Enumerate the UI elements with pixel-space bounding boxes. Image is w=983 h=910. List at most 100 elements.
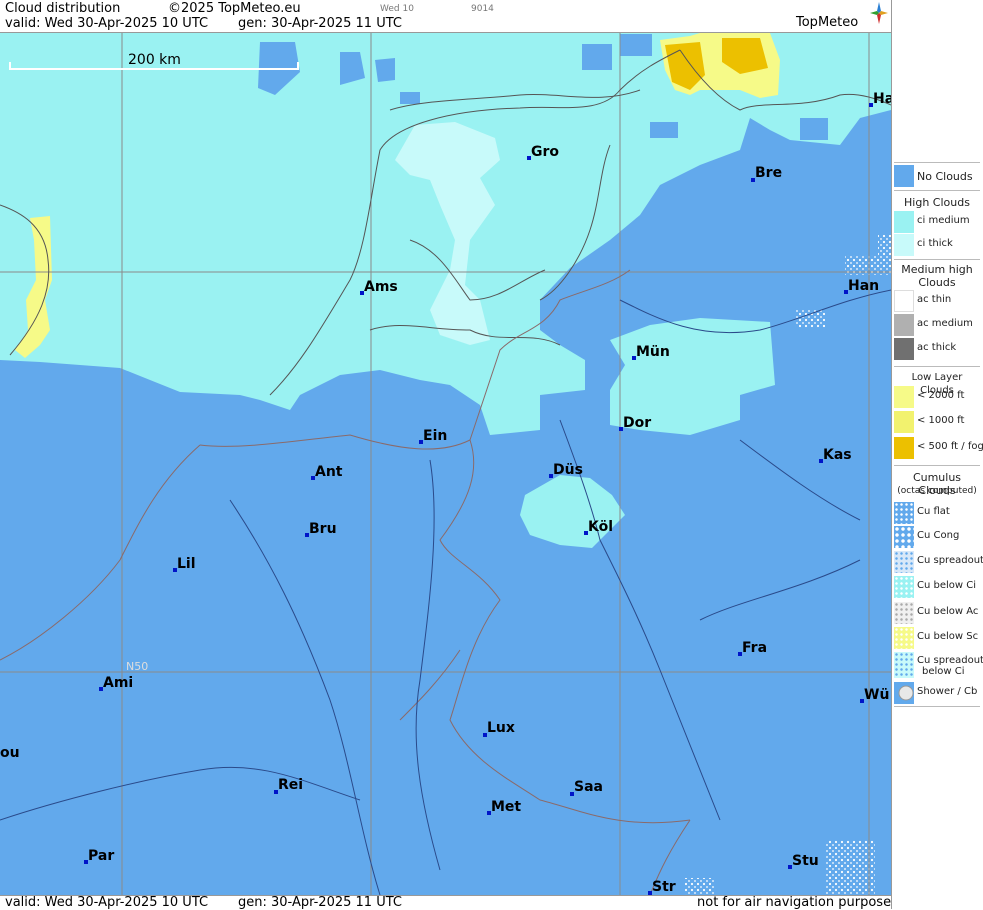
city-bre[interactable]: Bre bbox=[751, 165, 782, 182]
city-ams[interactable]: Ams bbox=[360, 279, 398, 295]
topmeteo-logo: TopMeteo bbox=[796, 2, 891, 32]
city-label-kas: Kas bbox=[823, 447, 852, 463]
city-kas[interactable]: Kas bbox=[819, 447, 852, 463]
footer-generated-time: gen: 30-Apr-2025 11 UTC bbox=[238, 895, 402, 910]
city-label-ant: Ant bbox=[315, 464, 343, 480]
legend-cumulus-subtitle: (octas computed) bbox=[897, 486, 977, 496]
city-dor[interactable]: Dor bbox=[619, 415, 651, 431]
generated-time: gen: 30-Apr-2025 11 UTC bbox=[238, 16, 402, 31]
legend-ci-thick: ci thick bbox=[892, 234, 983, 256]
valid-time: valid: Wed 30-Apr-2025 10 UTC bbox=[5, 16, 209, 31]
swatch-cu-spread-below-ci bbox=[894, 652, 914, 678]
city-gro[interactable]: Gro bbox=[527, 144, 559, 160]
swatch-shower-cb bbox=[894, 682, 914, 704]
city-label-rei: Rei bbox=[278, 777, 303, 793]
city-ein[interactable]: Ein bbox=[419, 428, 447, 444]
city-label-bre: Bre bbox=[755, 165, 782, 181]
legend-cu-below-ac: Cu below Ac bbox=[892, 602, 983, 624]
swatch-cu-below-ci bbox=[894, 576, 914, 598]
legend-no-clouds: No Clouds bbox=[892, 165, 983, 187]
city-label-ami: Ami bbox=[103, 675, 133, 691]
legend-low-500: < 500 ft / fog bbox=[892, 437, 983, 459]
swatch-ci-medium bbox=[894, 211, 914, 233]
city-ou[interactable]: ou bbox=[0, 745, 20, 761]
scale-label: 200 km bbox=[128, 52, 181, 68]
swatch-ci-thick bbox=[894, 234, 914, 256]
map-header: Cloud distribution ©2025 TopMeteo.eu Wed… bbox=[0, 0, 891, 33]
legend-cu-spreadout: Cu spreadout bbox=[892, 551, 983, 573]
city-ami[interactable]: Ami bbox=[99, 675, 133, 691]
legend-ac-medium: ac medium bbox=[892, 314, 983, 336]
city-label-saa: Saa bbox=[574, 779, 603, 795]
swatch-cu-below-ac bbox=[894, 602, 914, 624]
city-met[interactable]: Met bbox=[487, 799, 521, 815]
city-lil[interactable]: Lil bbox=[173, 556, 196, 572]
city-label-par: Par bbox=[88, 848, 114, 864]
city-mun[interactable]: Mün bbox=[632, 344, 670, 360]
legend-low-1000: < 1000 ft bbox=[892, 411, 983, 433]
city-label-dor: Dor bbox=[623, 415, 651, 431]
city-label-han: Han bbox=[848, 278, 879, 294]
swatch-ac-thick bbox=[894, 338, 914, 360]
navigation-disclaimer: not for air navigation purposes bbox=[697, 895, 898, 910]
city-label-dus: Düs bbox=[553, 462, 583, 478]
swatch-no-clouds bbox=[894, 165, 914, 187]
small-code-label: 9014 bbox=[471, 4, 494, 14]
city-label-bru: Bru bbox=[309, 521, 337, 537]
small-day-label: Wed 10 bbox=[380, 4, 414, 14]
city-bru[interactable]: Bru bbox=[305, 521, 337, 537]
legend-medium-title: Medium high Clouds bbox=[901, 263, 973, 289]
shower-icon bbox=[898, 685, 914, 701]
city-dus[interactable]: Düs bbox=[549, 462, 583, 478]
city-par[interactable]: Par bbox=[84, 848, 114, 864]
copyright-text: ©2025 TopMeteo.eu bbox=[168, 1, 301, 16]
city-label-met: Met bbox=[491, 799, 521, 815]
city-label-kol: Köl bbox=[588, 519, 613, 535]
city-fra[interactable]: Fra bbox=[738, 640, 767, 656]
map-footer: valid: Wed 30-Apr-2025 10 UTC gen: 30-Ap… bbox=[0, 895, 898, 910]
city-label-ams: Ams bbox=[364, 279, 398, 295]
city-wu[interactable]: Wü bbox=[860, 687, 889, 703]
legend-shower-cb: Shower / Cb bbox=[892, 682, 983, 704]
city-han[interactable]: Han bbox=[844, 278, 879, 294]
legend-cu-flat: Cu flat bbox=[892, 502, 983, 524]
cloud-map[interactable]: 200 km N50 Gro Bre Ha Ams Han Mün Dor Ei… bbox=[0, 33, 891, 895]
city-label-ou: ou bbox=[0, 745, 20, 761]
city-ant[interactable]: Ant bbox=[311, 464, 343, 480]
swatch-cu-flat bbox=[894, 502, 914, 524]
city-label-gro: Gro bbox=[531, 144, 559, 160]
legend-cu-below-sc: Cu below Sc bbox=[892, 627, 983, 649]
city-rei[interactable]: Rei bbox=[274, 777, 303, 794]
city-str[interactable]: Str bbox=[648, 879, 676, 895]
city-saa[interactable]: Saa bbox=[570, 779, 603, 796]
legend-ci-medium: ci medium bbox=[892, 211, 983, 233]
swatch-ac-medium bbox=[894, 314, 914, 336]
legend-high-title: High Clouds bbox=[904, 196, 970, 209]
city-kol[interactable]: Köl bbox=[584, 519, 613, 535]
swatch-cu-below-sc bbox=[894, 627, 914, 649]
swatch-ac-thin bbox=[894, 290, 914, 312]
legend-cu-spread-below-ci: Cu spreadout below Ci bbox=[892, 652, 983, 680]
logo-text: TopMeteo bbox=[796, 15, 859, 30]
legend-ac-thin: ac thin bbox=[892, 290, 983, 312]
city-label-ein: Ein bbox=[423, 428, 447, 444]
city-label-lux: Lux bbox=[487, 720, 515, 736]
grid-label-n50: N50 bbox=[126, 660, 148, 673]
city-label-str: Str bbox=[652, 879, 676, 895]
swatch-low-1000 bbox=[894, 411, 914, 433]
legend-cu-cong: Cu Cong bbox=[892, 526, 983, 548]
footer-valid-time: valid: Wed 30-Apr-2025 10 UTC bbox=[5, 895, 209, 910]
cloud-legend: No Clouds High Clouds ci medium ci thick… bbox=[891, 0, 983, 909]
swatch-low-500 bbox=[894, 437, 914, 459]
swatch-cu-cong bbox=[894, 526, 914, 548]
city-label-lil: Lil bbox=[177, 556, 196, 572]
city-label-mun: Mün bbox=[636, 344, 670, 360]
city-ha[interactable]: Ha bbox=[869, 91, 891, 107]
city-label-wu: Wü bbox=[864, 687, 889, 703]
city-stu[interactable]: Stu bbox=[788, 853, 819, 869]
legend-ac-thick: ac thick bbox=[892, 338, 983, 360]
city-label-ha: Ha bbox=[873, 91, 891, 107]
city-lux[interactable]: Lux bbox=[483, 720, 515, 737]
swatch-cu-spreadout bbox=[894, 551, 914, 573]
city-label-stu: Stu bbox=[792, 853, 819, 869]
